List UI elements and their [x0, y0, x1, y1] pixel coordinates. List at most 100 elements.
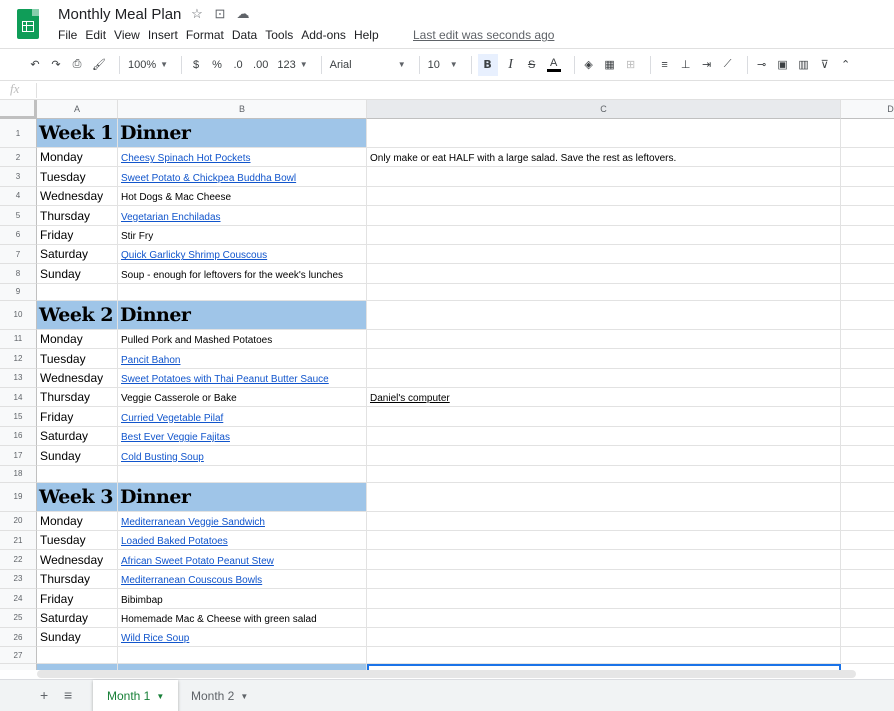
text-rotation-icon[interactable]: ⟋	[720, 54, 736, 76]
sheet-tab[interactable]: Month 1 ▼	[93, 680, 179, 711]
cell-c[interactable]	[367, 407, 841, 427]
text-wrap-icon[interactable]: ⇥	[699, 54, 715, 76]
cell-b[interactable]: Stir Fry	[118, 225, 367, 245]
menu-help[interactable]: Help	[354, 28, 379, 42]
cell-a[interactable]: Monday	[37, 148, 118, 168]
cell-c[interactable]	[367, 264, 841, 284]
cell-a[interactable]: Week 2	[37, 300, 118, 330]
all-sheets-icon[interactable]: ≡	[64, 687, 72, 703]
cell-c[interactable]	[367, 186, 841, 207]
cell-d[interactable]	[841, 550, 894, 570]
vertical-align-icon[interactable]: ⊥	[678, 54, 694, 76]
cell-b[interactable]: Loaded Baked Potatoes	[118, 531, 367, 551]
cell-a[interactable]: Thursday	[37, 206, 118, 226]
row-header[interactable]: 2	[0, 148, 37, 168]
cell-c[interactable]	[367, 531, 841, 551]
cell-d[interactable]	[841, 369, 894, 388]
row-header[interactable]: 8	[0, 264, 37, 284]
cell-c[interactable]	[367, 511, 841, 531]
cell-b[interactable]: Vegetarian Enchiladas	[118, 206, 367, 226]
row-header[interactable]: 23	[0, 569, 37, 590]
cell-c[interactable]	[367, 167, 841, 187]
sheets-logo-icon[interactable]	[17, 9, 39, 39]
cell-a[interactable]: Saturday	[37, 245, 118, 265]
cell-d[interactable]	[841, 628, 894, 648]
cell-c[interactable]	[367, 446, 841, 466]
cell-c[interactable]	[367, 608, 841, 628]
cell-a[interactable]	[37, 283, 118, 301]
row-header[interactable]: 21	[0, 531, 37, 551]
cell-b[interactable]: Wild Rice Soup	[118, 628, 367, 648]
cell-c[interactable]	[367, 465, 841, 483]
column-header-a[interactable]: A	[37, 100, 118, 119]
cell-c[interactable]	[367, 206, 841, 226]
spreadsheet-grid[interactable]: A B C D 1 Week 1 Dinner 2 Monday Cheesy Spina…	[0, 100, 894, 670]
add-sheet-icon[interactable]: +	[40, 687, 48, 703]
cell-d[interactable]	[841, 609, 894, 628]
cell-d[interactable]	[841, 349, 894, 369]
cell-b[interactable]: Curried Vegetable Pilaf	[118, 407, 367, 427]
row-header[interactable]: 25	[0, 608, 37, 628]
cell-c[interactable]	[367, 647, 841, 665]
cell-a[interactable]: Sunday	[37, 264, 118, 284]
cell-b[interactable]	[118, 465, 367, 483]
row-header[interactable]: 5	[0, 206, 37, 226]
row-header[interactable]	[0, 664, 37, 670]
font-family-select[interactable]: Arial ▼	[328, 54, 408, 76]
menu-insert[interactable]: Insert	[148, 28, 178, 42]
insert-comment-icon[interactable]: ▣	[775, 54, 791, 76]
paint-format-icon[interactable]: 🖌	[90, 54, 108, 76]
column-header-c[interactable]: C	[367, 100, 841, 119]
cell-d[interactable]	[841, 245, 894, 265]
row-header[interactable]: 24	[0, 589, 37, 609]
cell-d[interactable]	[841, 466, 894, 483]
cell-c[interactable]	[367, 245, 841, 265]
cell-a[interactable]: Week 1	[37, 119, 118, 148]
cell-c[interactable]	[367, 550, 841, 570]
menu-format[interactable]: Format	[186, 28, 224, 42]
cell-d[interactable]	[841, 570, 894, 590]
zoom-select[interactable]: 100% ▼	[126, 54, 170, 76]
row-header[interactable]: 9	[0, 283, 37, 301]
undo-icon[interactable]: ↶	[27, 54, 43, 76]
fill-color-icon[interactable]: ◈	[581, 54, 597, 76]
cell-a[interactable]: Thursday	[37, 388, 118, 408]
merge-cells-icon[interactable]: ⊞	[623, 54, 639, 76]
collapse-toolbar-icon[interactable]: ⌃	[838, 54, 854, 76]
cloud-status-icon[interactable]: ☁	[236, 6, 250, 22]
cell-d[interactable]	[841, 226, 894, 245]
cell-c[interactable]	[367, 569, 841, 590]
cell-b[interactable]: Sweet Potato & Chickpea Buddha Bowl	[118, 167, 367, 187]
cell-c[interactable]	[367, 329, 841, 350]
row-header[interactable]: 15	[0, 407, 37, 427]
bold-button[interactable]: B	[477, 53, 498, 76]
cell-a[interactable]: Friday	[37, 407, 118, 427]
menu-add-ons[interactable]: Add-ons	[301, 28, 346, 42]
last-edit-link[interactable]: Last edit was seconds ago	[413, 28, 554, 42]
cell-b[interactable]: Cold Busting Soup	[118, 446, 367, 466]
cell-b[interactable]: Dinner	[118, 482, 367, 512]
document-title[interactable]: Monthly Meal Plan	[58, 6, 181, 23]
italic-button[interactable]: I	[503, 54, 519, 76]
row-header[interactable]: 12	[0, 349, 37, 369]
cell-a[interactable]: Tuesday	[37, 167, 118, 187]
row-header[interactable]: 14	[0, 388, 37, 408]
cell-b[interactable]: Best Ever Veggie Fajitas	[118, 426, 367, 447]
cell-a[interactable]: Monday	[37, 511, 118, 531]
select-all-corner[interactable]	[0, 100, 37, 119]
cell-c[interactable]	[367, 482, 841, 512]
cell-c[interactable]	[367, 426, 841, 447]
cell-a[interactable]	[37, 465, 118, 483]
cell-c[interactable]	[367, 225, 841, 245]
currency-format-button[interactable]: $	[188, 54, 204, 76]
cell-a[interactable]: Saturday	[37, 608, 118, 628]
column-header-b[interactable]: B	[118, 100, 367, 119]
cell-b[interactable]	[118, 283, 367, 301]
redo-icon[interactable]: ↷	[48, 54, 64, 76]
menu-edit[interactable]: Edit	[85, 28, 106, 42]
cell-b[interactable]: Hot Dogs & Mac Cheese	[118, 186, 367, 207]
row-header[interactable]: 26	[0, 628, 37, 648]
row-header[interactable]: 18	[0, 465, 37, 483]
cell-b[interactable]: Bibimbap	[118, 589, 367, 609]
cell-d[interactable]	[841, 388, 894, 408]
